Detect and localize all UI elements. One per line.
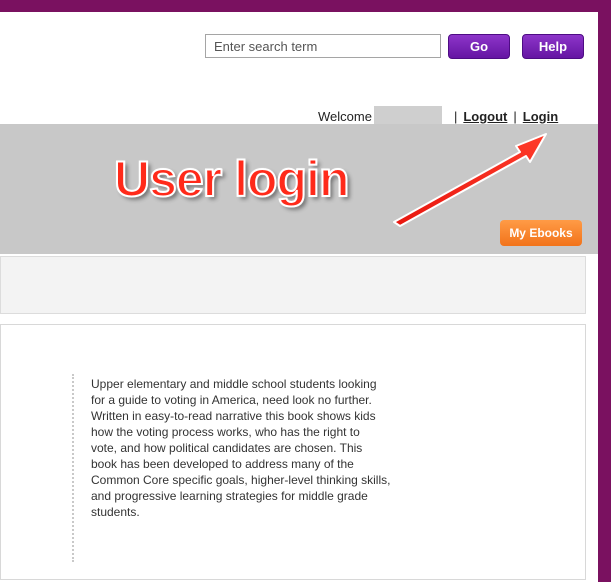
- help-button[interactable]: Help: [522, 34, 584, 59]
- description-line: book has been developed to address many …: [91, 457, 354, 471]
- welcome-text: Welcome: [318, 108, 372, 124]
- arrow-shaft: [393, 133, 547, 227]
- description-line: Common Core specific goals, higher-level…: [91, 473, 391, 487]
- search-input[interactable]: [205, 34, 441, 58]
- description-line: for a guide to voting in America, need l…: [91, 393, 372, 407]
- description-line: vote, and how political candidates are c…: [91, 441, 363, 455]
- toolbar-panel: [0, 256, 586, 314]
- go-button[interactable]: Go: [448, 34, 510, 59]
- my-ebooks-button[interactable]: My Ebooks: [500, 220, 582, 246]
- description-line: how the voting process works, who has th…: [91, 425, 360, 439]
- book-description: Upper elementary and middle school stude…: [91, 376, 447, 520]
- window-frame-right: [598, 0, 611, 582]
- description-line: students.: [91, 505, 140, 519]
- description-line: Upper elementary and middle school stude…: [91, 377, 377, 391]
- description-line: and progressive learning strategies for …: [91, 489, 368, 503]
- description-line: Written in easy-to-read narrative this b…: [91, 409, 376, 423]
- window-frame-top: [0, 0, 611, 12]
- annotation-label: User login: [113, 150, 350, 208]
